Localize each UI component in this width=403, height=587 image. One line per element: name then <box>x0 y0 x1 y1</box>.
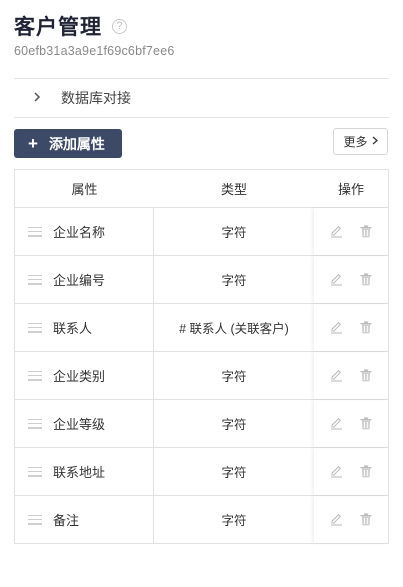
add-attribute-label: 添加属性 <box>48 135 105 152</box>
attribute-type: 字符 <box>221 466 247 480</box>
table-row: 企业类别 字符 <box>15 352 388 400</box>
table-body: 企业名称 字符 企业编号 字符 联系人 # 联系人 (关联客户) 企业类别 字符… <box>15 208 388 543</box>
drag-handle-icon[interactable] <box>28 370 42 381</box>
attribute-name-cell: 企业类别 <box>15 352 154 399</box>
actions-cell <box>314 352 388 399</box>
drag-handle-icon[interactable] <box>28 466 42 477</box>
edit-icon[interactable] <box>329 321 343 335</box>
attribute-name: 联系地址 <box>53 465 106 480</box>
edit-icon[interactable] <box>329 369 343 383</box>
attribute-type: 字符 <box>221 274 247 288</box>
database-connection-collapse[interactable]: 数据库对接 <box>14 79 389 117</box>
delete-icon[interactable] <box>359 225 373 239</box>
table-row: 企业编号 字符 <box>15 256 388 304</box>
add-attribute-button[interactable]: + 添加属性 <box>14 129 122 158</box>
more-button[interactable]: 更多 <box>333 128 388 155</box>
actions-cell <box>314 496 388 543</box>
table-header: 属性 类型 操作 <box>15 170 388 208</box>
delete-icon[interactable] <box>359 465 373 479</box>
drag-handle-icon[interactable] <box>28 226 42 237</box>
attribute-name-cell: 备注 <box>15 496 154 543</box>
attribute-name: 联系人 <box>53 321 93 336</box>
attributes-table: 属性 类型 操作 企业名称 字符 企业编号 字符 联系人 # 联系人 (关联客户… <box>14 169 389 544</box>
attribute-type: 字符 <box>221 370 247 384</box>
header-type: 类型 <box>220 182 247 197</box>
edit-icon[interactable] <box>329 465 343 479</box>
drag-handle-icon[interactable] <box>28 274 42 285</box>
drag-handle-icon[interactable] <box>28 322 42 333</box>
divider-bottom <box>14 117 389 118</box>
actions-cell <box>314 208 388 255</box>
attribute-type: 字符 <box>221 226 247 240</box>
actions-cell <box>314 304 388 351</box>
header-attribute: 属性 <box>71 182 98 197</box>
delete-icon[interactable] <box>359 273 373 287</box>
table-row: 联系地址 字符 <box>15 448 388 496</box>
customer-management-page: 客户管理 ? 60efb31a3a9e1f69c6bf7ee6 数据库对接 + … <box>0 0 403 587</box>
actions-cell <box>314 256 388 303</box>
drag-handle-icon[interactable] <box>28 418 42 429</box>
drag-handle-icon[interactable] <box>28 514 42 525</box>
attribute-name-cell: 企业等级 <box>15 400 154 447</box>
attribute-name: 企业编号 <box>53 273 106 288</box>
table-row: 企业名称 字符 <box>15 208 388 256</box>
attribute-type: 字符 <box>221 514 247 528</box>
object-id: 60efb31a3a9e1f69c6bf7ee6 <box>14 44 175 58</box>
chevron-right-icon <box>14 89 44 107</box>
help-icon[interactable]: ? <box>112 18 127 34</box>
actions-cell <box>314 448 388 495</box>
chevron-right-icon <box>372 136 378 148</box>
attribute-name-cell: 企业编号 <box>15 256 154 303</box>
table-row: 联系人 # 联系人 (关联客户) <box>15 304 388 352</box>
table-row: 备注 字符 <box>15 496 388 543</box>
attribute-type: # 联系人 (关联客户) <box>179 322 289 336</box>
table-row: 企业等级 字符 <box>15 400 388 448</box>
more-label: 更多 <box>343 135 368 149</box>
attribute-name: 企业类别 <box>53 369 106 384</box>
page-title: 客户管理 <box>14 16 102 39</box>
attribute-name-cell: 联系地址 <box>15 448 154 495</box>
attribute-name-cell: 联系人 <box>15 304 154 351</box>
attribute-type: 字符 <box>221 418 247 432</box>
attribute-name: 企业等级 <box>53 417 106 432</box>
plus-icon: + <box>28 134 38 153</box>
attribute-name: 备注 <box>53 513 80 528</box>
delete-icon[interactable] <box>359 369 373 383</box>
page-header: 客户管理 ? 60efb31a3a9e1f69c6bf7ee6 <box>14 12 389 58</box>
actions-cell <box>314 400 388 447</box>
edit-icon[interactable] <box>329 273 343 287</box>
title-row: 客户管理 ? <box>14 12 389 40</box>
delete-icon[interactable] <box>359 321 373 335</box>
attribute-name: 企业名称 <box>53 225 106 240</box>
delete-icon[interactable] <box>359 417 373 431</box>
attribute-name-cell: 企业名称 <box>15 208 154 255</box>
edit-icon[interactable] <box>329 225 343 239</box>
edit-icon[interactable] <box>329 513 343 527</box>
collapse-label: 数据库对接 <box>61 90 131 106</box>
edit-icon[interactable] <box>329 417 343 431</box>
delete-icon[interactable] <box>359 513 373 527</box>
header-actions: 操作 <box>337 182 364 197</box>
